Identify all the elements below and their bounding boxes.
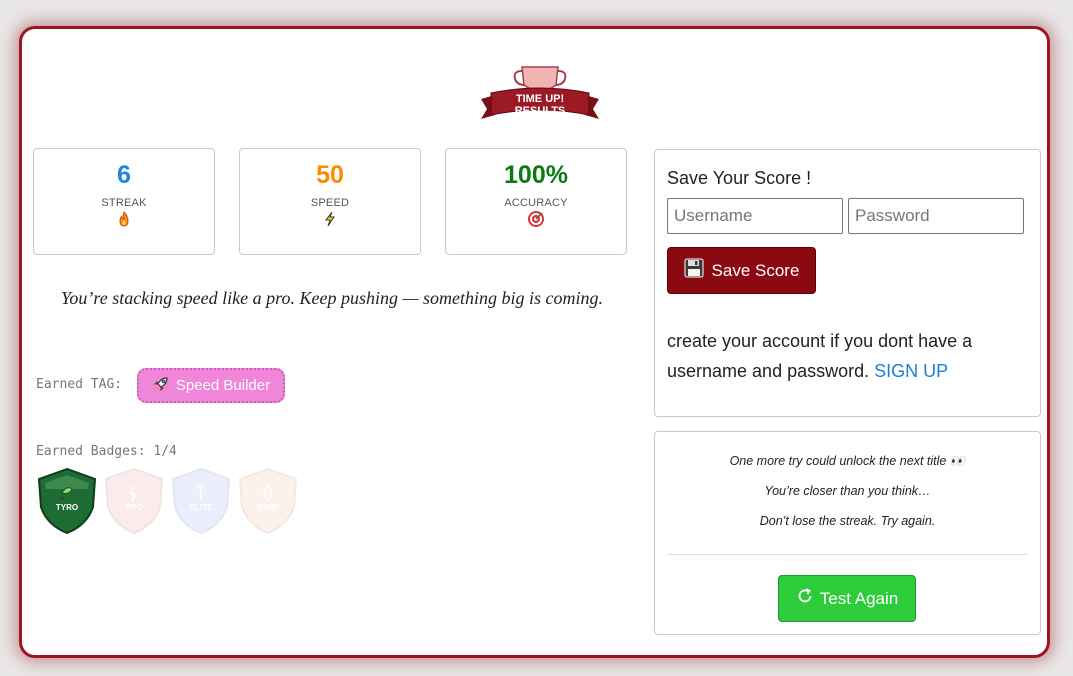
streak-value: 6 xyxy=(117,161,131,189)
target-icon xyxy=(446,211,626,229)
encourage-line-1-text: One more try could unlock the next title xyxy=(729,454,947,468)
results-modal: TIME UP! RESULTS 6 STREAK 50 SPEED 100% … xyxy=(19,26,1050,658)
badge-king-name: KING xyxy=(258,503,278,512)
badge-elite-name: ELITE xyxy=(190,503,213,512)
badge-elite-locked: ELITE xyxy=(171,467,231,535)
speed-label: SPEED xyxy=(310,197,350,209)
badge-king-locked: KING xyxy=(238,467,298,535)
encourage-line-2: You’re closer than you think… xyxy=(764,484,931,498)
account-hint: create your account if you dont have a u… xyxy=(667,326,1027,386)
logo-line2: RESULTS xyxy=(515,105,566,117)
test-again-button[interactable]: Test Again xyxy=(778,575,916,622)
stat-speed: 50 SPEED xyxy=(239,148,421,255)
earned-tag-label: Earned TAG: xyxy=(36,377,123,392)
speed-value: 50 xyxy=(316,161,344,189)
encourage-line-3: Don’t lose the streak. Try again. xyxy=(759,514,936,528)
eyes-emoji: 👀 xyxy=(949,454,966,468)
encouragement-panel: One more try could unlock the next title… xyxy=(654,431,1041,635)
earned-badges-label: Earned Badges: 1/4 xyxy=(36,444,177,459)
save-score-title: Save Your Score ! xyxy=(667,168,812,188)
divider xyxy=(667,554,1027,555)
save-score-button[interactable]: Save Score xyxy=(667,247,816,294)
stat-accuracy: 100% ACCURACY xyxy=(445,148,627,255)
badge-tyro-name: TYRO xyxy=(56,503,78,512)
stat-streak: 6 STREAK xyxy=(33,148,215,255)
username-input[interactable] xyxy=(667,198,843,234)
tag-name: Speed Builder xyxy=(175,377,271,394)
badge-tyro: TYRO xyxy=(37,467,97,535)
password-input[interactable] xyxy=(848,198,1024,234)
encourage-line-1: One more try could unlock the next title… xyxy=(655,454,1040,469)
test-again-label: Test Again xyxy=(819,588,899,608)
accuracy-value: 100% xyxy=(504,161,568,189)
reload-icon xyxy=(796,587,814,610)
badge-pro-name: PRO xyxy=(125,503,142,512)
rocket-icon xyxy=(152,375,170,397)
lightning-icon xyxy=(240,211,420,229)
logo-line1: TIME UP! xyxy=(516,93,564,105)
motivation-text: You’re stacking speed like a pro. Keep p… xyxy=(61,288,603,308)
save-score-label: Save Score xyxy=(711,260,800,280)
save-score-panel: Save Your Score ! Save Score create your… xyxy=(654,149,1041,417)
trophy-results-logo: TIME UP! RESULTS xyxy=(481,66,599,119)
floppy-disk-icon xyxy=(684,258,704,283)
accuracy-label: ACCURACY xyxy=(504,197,568,209)
badge-pro-locked: PRO xyxy=(104,467,164,535)
streak-label: STREAK xyxy=(101,197,147,209)
sign-up-link[interactable]: SIGN UP xyxy=(874,361,948,381)
fire-icon xyxy=(34,211,214,229)
speed-builder-tag: Speed Builder xyxy=(137,368,285,403)
